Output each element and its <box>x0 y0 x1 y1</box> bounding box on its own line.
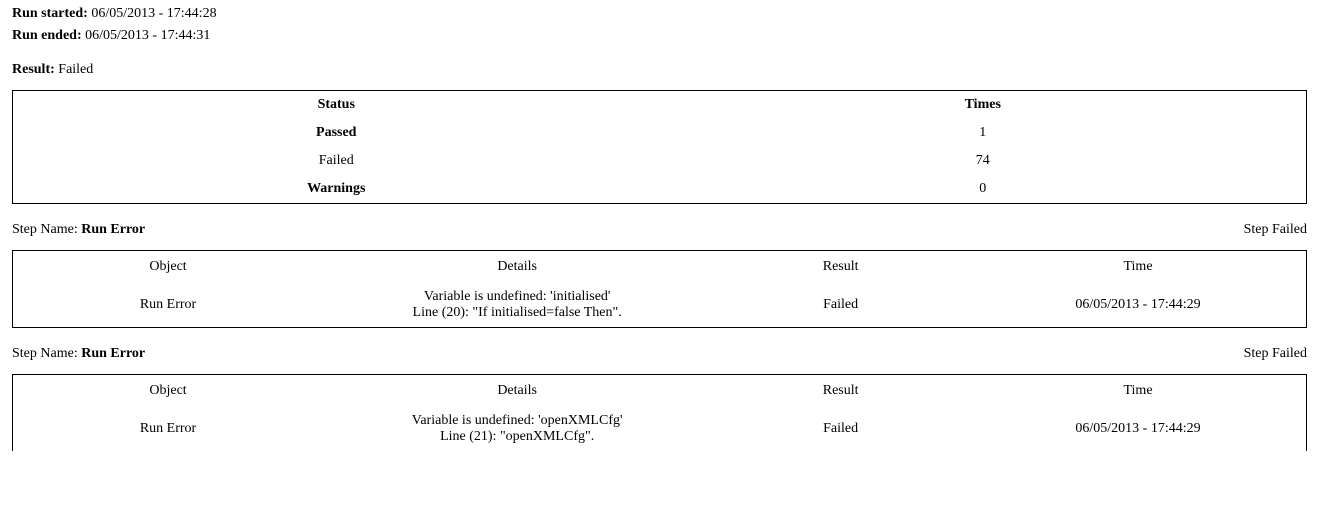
details-object-cell: Run Error <box>13 283 324 328</box>
summary-status-cell: Failed <box>13 147 660 175</box>
details-row: Run Error Variable is undefined: 'openXM… <box>13 407 1307 451</box>
run-ended-value: 06/05/2013 - 17:44:31 <box>85 28 210 43</box>
details-object-cell: Run Error <box>13 407 324 451</box>
summary-table: Status Times Passed 1 Failed 74 Warnings… <box>12 90 1307 204</box>
details-time-cell: 06/05/2013 - 17:44:29 <box>970 407 1306 451</box>
run-started-value: 06/05/2013 - 17:44:28 <box>91 6 216 21</box>
summary-row: Warnings 0 <box>13 175 1307 204</box>
step-name-value: Run Error <box>81 222 145 237</box>
run-ended-line: Run ended: 06/05/2013 - 17:44:31 <box>12 28 1307 44</box>
summary-status-cell: Passed <box>13 119 660 147</box>
step-name-label: Step Name: <box>12 346 78 361</box>
step-name: Step Name: Run Error <box>12 346 145 362</box>
summary-times-cell: 1 <box>660 119 1307 147</box>
summary-times-cell: 74 <box>660 147 1307 175</box>
step-header-row: Step Name: Run Error Step Failed <box>12 346 1307 362</box>
details-line2: Line (20): "If initialised=false Then". <box>413 305 622 321</box>
details-header-row: Object Details Result Time <box>13 375 1307 408</box>
result-label: Result: <box>12 62 55 77</box>
details-header-details: Details <box>323 251 711 284</box>
details-header-object: Object <box>13 375 324 408</box>
run-started-line: Run started: 06/05/2013 - 17:44:28 <box>12 6 1307 22</box>
details-line1: Variable is undefined: 'openXMLCfg' <box>412 413 623 429</box>
summary-status-cell: Warnings <box>13 175 660 204</box>
details-line2: Line (21): "openXMLCfg". <box>412 429 623 445</box>
result-line: Result: Failed <box>12 62 1307 78</box>
summary-header-times: Times <box>660 91 1307 120</box>
step-status: Step Failed <box>1244 346 1307 362</box>
step-details-table: Object Details Result Time Run Error Var… <box>12 250 1307 328</box>
details-time-cell: 06/05/2013 - 17:44:29 <box>970 283 1306 328</box>
summary-header-status: Status <box>13 91 660 120</box>
summary-header-row: Status Times <box>13 91 1307 120</box>
details-header-time: Time <box>970 375 1306 408</box>
step-name-value: Run Error <box>81 346 145 361</box>
details-header-details: Details <box>323 375 711 408</box>
summary-row: Failed 74 <box>13 147 1307 175</box>
step-header-row: Step Name: Run Error Step Failed <box>12 222 1307 238</box>
details-result-cell: Failed <box>711 407 970 451</box>
step-status: Step Failed <box>1244 222 1307 238</box>
details-details-cell: Variable is undefined: 'initialised' Lin… <box>323 283 711 328</box>
details-result-cell: Failed <box>711 283 970 328</box>
run-started-label: Run started: <box>12 6 88 21</box>
step-name: Step Name: Run Error <box>12 222 145 238</box>
details-line1: Variable is undefined: 'initialised' <box>413 289 622 305</box>
run-ended-label: Run ended: <box>12 28 82 43</box>
step-name-label: Step Name: <box>12 222 78 237</box>
details-row: Run Error Variable is undefined: 'initia… <box>13 283 1307 328</box>
summary-row: Passed 1 <box>13 119 1307 147</box>
details-header-result: Result <box>711 251 970 284</box>
details-header-time: Time <box>970 251 1306 284</box>
step-details-table: Object Details Result Time Run Error Var… <box>12 374 1307 451</box>
details-header-row: Object Details Result Time <box>13 251 1307 284</box>
details-details-cell: Variable is undefined: 'openXMLCfg' Line… <box>323 407 711 451</box>
summary-times-cell: 0 <box>660 175 1307 204</box>
details-header-result: Result <box>711 375 970 408</box>
details-header-object: Object <box>13 251 324 284</box>
result-value: Failed <box>58 62 93 77</box>
